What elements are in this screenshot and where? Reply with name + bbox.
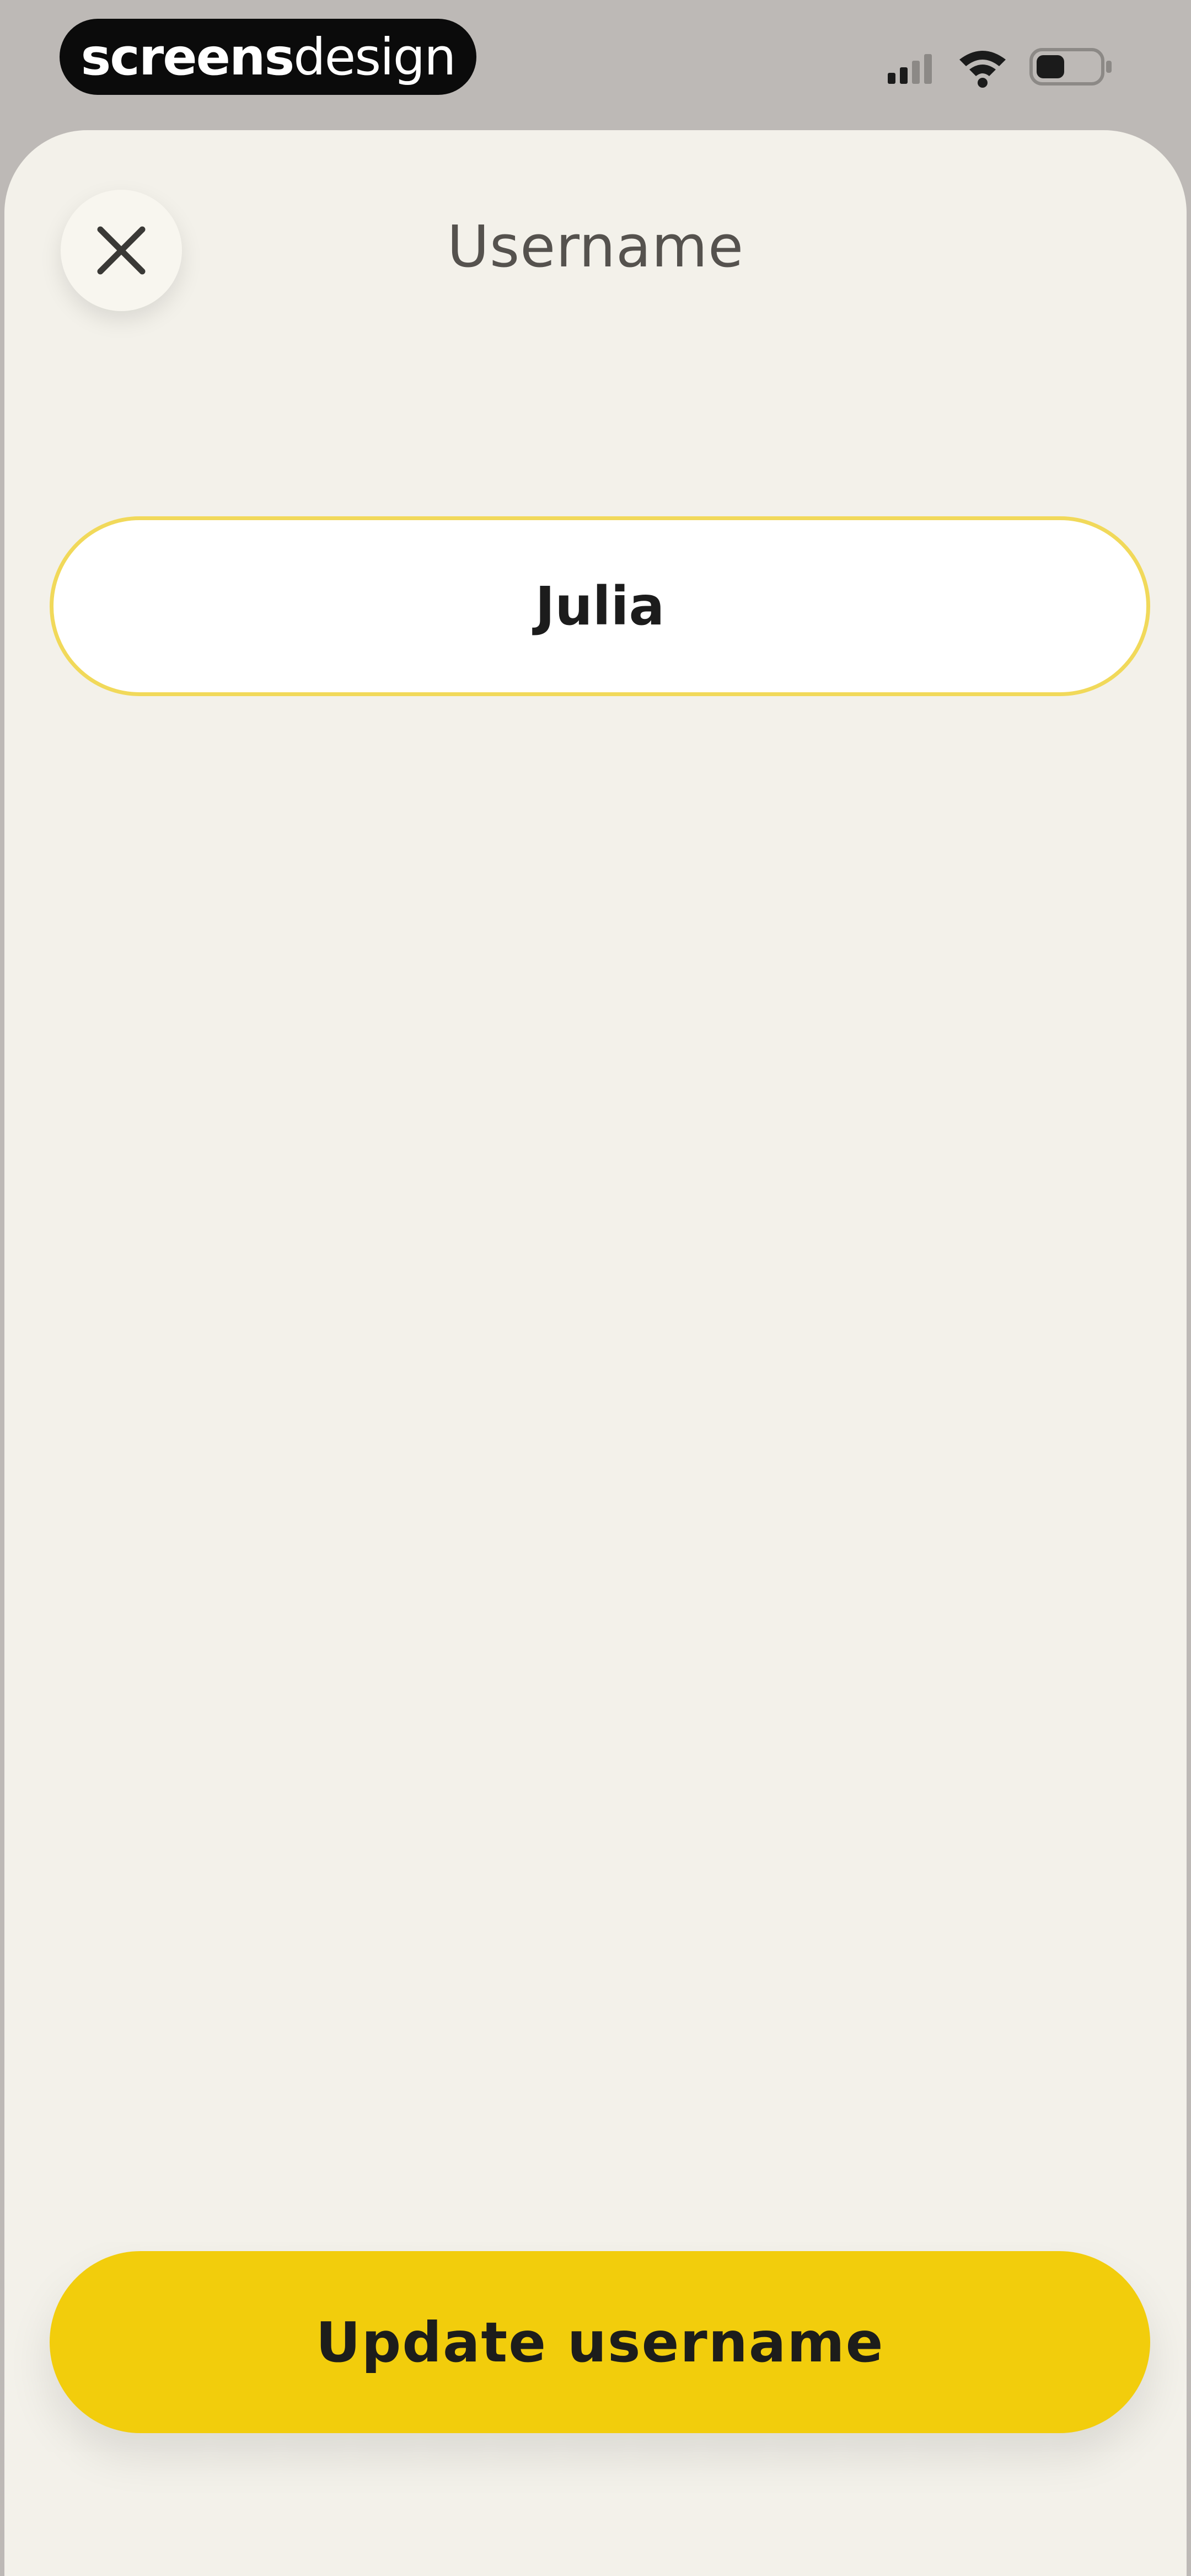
update-username-button[interactable]: Update username <box>50 2251 1150 2433</box>
username-input[interactable]: Julia <box>50 516 1150 696</box>
username-sheet: Username Julia Update username <box>4 130 1187 2576</box>
wifi-icon <box>959 51 1006 88</box>
page-title: Username <box>447 213 744 280</box>
app-screen: screens design Username Julia Update use… <box>0 0 1191 2576</box>
cellular-signal-icon <box>888 54 932 84</box>
battery-icon <box>1029 48 1112 85</box>
brand-logo: screens design <box>60 19 476 95</box>
brand-logo-bold-text: screens <box>81 27 295 87</box>
status-bar: screens design <box>0 0 1191 127</box>
brand-logo-light-text: design <box>293 27 456 87</box>
status-icons <box>888 48 1112 88</box>
